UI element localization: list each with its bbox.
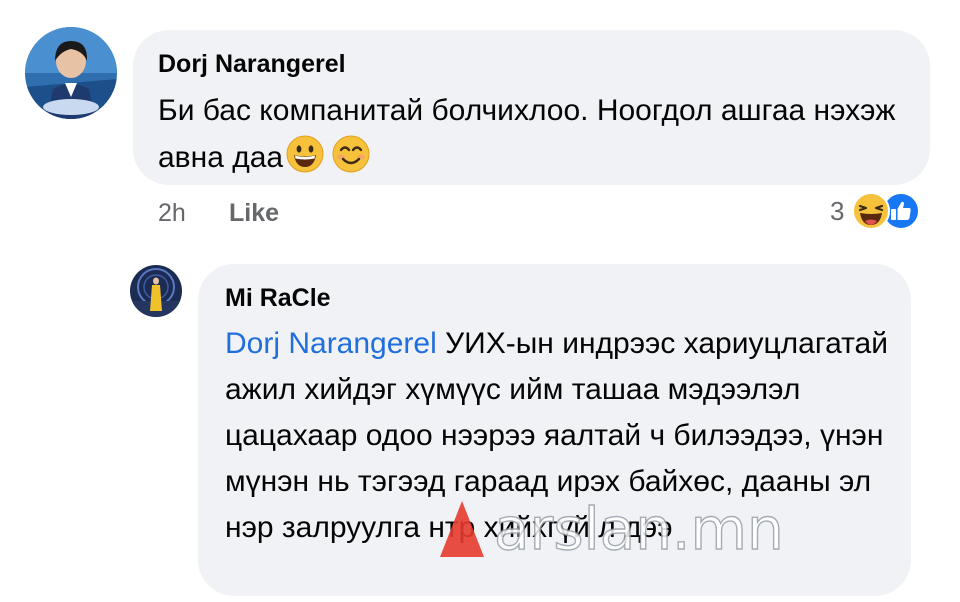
comment-timestamp[interactable]: 2h <box>158 199 186 228</box>
comment-author[interactable]: Dorj Narangerel <box>158 49 930 79</box>
mention-link[interactable]: Dorj Narangerel <box>225 327 437 360</box>
avatar-mi-racle[interactable] <box>130 265 182 317</box>
comment-bubble: Dorj Narangerel Би бас компанитай болчих… <box>133 30 930 185</box>
avatar-dorj-image <box>25 27 117 119</box>
comment-text-body: Би бас компанитай болчихлоо. Ноогдол ашг… <box>158 94 896 174</box>
avatar-mi-racle-image <box>130 265 182 317</box>
comment-text: Би бас компанитай болчихлоо. Ноогдол ашг… <box>158 88 918 188</box>
reaction-count: 3 <box>830 195 845 226</box>
avatar-dorj-narangerel[interactable] <box>25 27 117 119</box>
reply-text: Dorj Narangerel УИХ-ын индрээс хариуцлаг… <box>225 321 890 551</box>
reaction-summary[interactable]: 3 <box>830 192 921 230</box>
grinning-face-emoji-icon <box>285 134 325 188</box>
like-button[interactable]: Like <box>229 199 279 228</box>
laughing-face-icon <box>852 192 891 230</box>
reply-bubble: Mi RaCle Dorj Narangerel УИХ-ын индрээс … <box>198 264 911 596</box>
smiling-face-emoji-icon <box>331 134 371 188</box>
reply-author[interactable]: Mi RaCle <box>225 283 911 313</box>
